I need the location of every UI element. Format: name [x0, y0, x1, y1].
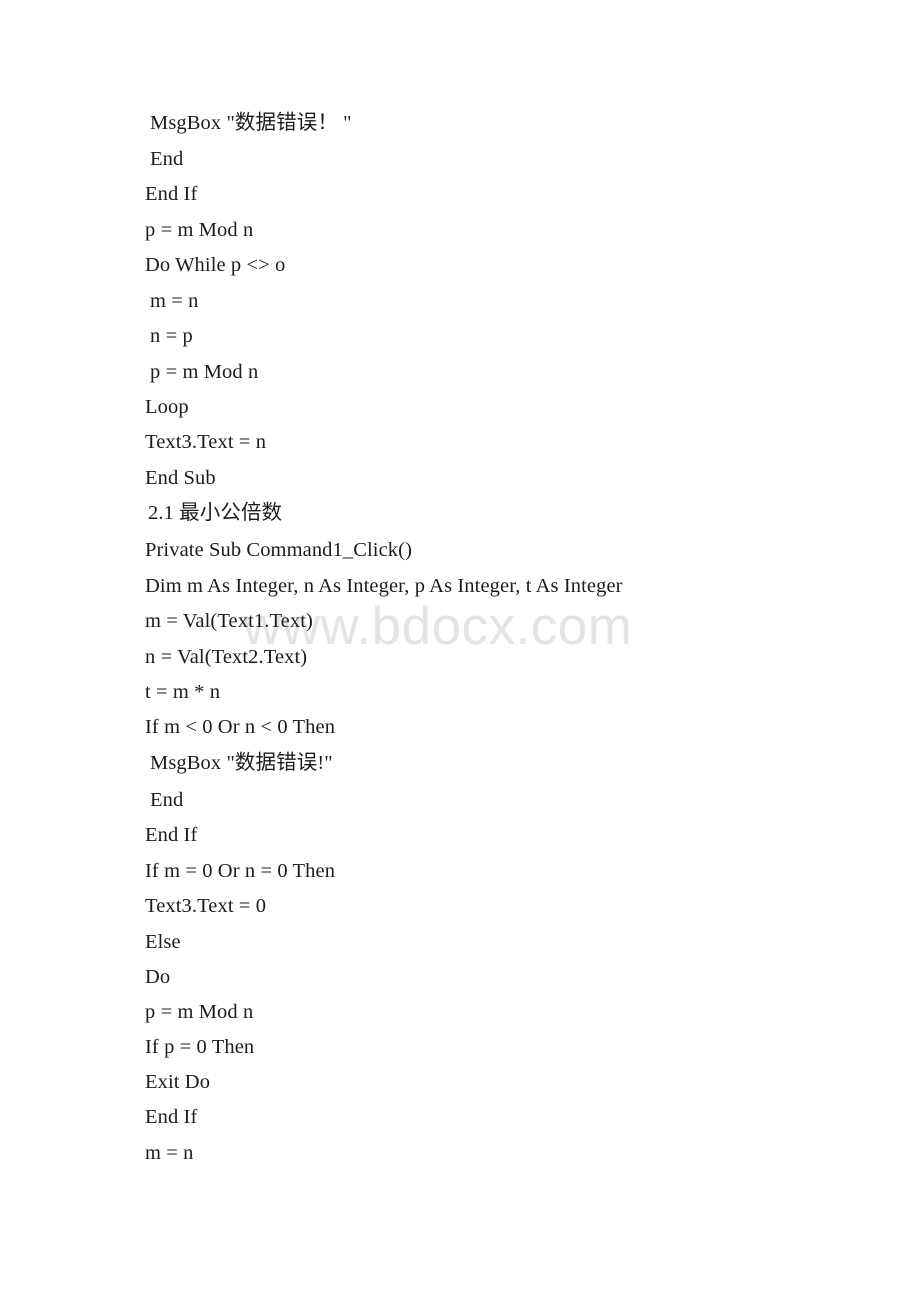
code-line: If m = 0 Or n = 0 Then — [145, 860, 336, 882]
code-line: MsgBox "数据错误!" — [150, 752, 333, 774]
code-line: Else — [145, 931, 181, 953]
code-line: p = m Mod n — [145, 219, 254, 241]
document-page: www.bdocx.com MsgBox "数据错误！ " End End If p … — [0, 0, 920, 1302]
code-line: m = n — [145, 1142, 194, 1164]
code-line: p = m Mod n — [150, 361, 259, 383]
code-line: End — [150, 789, 184, 811]
code-line: Text3.Text = 0 — [145, 895, 267, 917]
code-line: m = n — [150, 290, 199, 312]
code-line: If p = 0 Then — [145, 1036, 255, 1058]
code-line: n = Val(Text2.Text) — [145, 646, 308, 668]
code-line: p = m Mod n — [145, 1001, 254, 1023]
code-line: Do — [145, 966, 171, 988]
code-line: End If — [145, 183, 198, 205]
code-line: Exit Do — [145, 1071, 211, 1093]
code-line: If m < 0 Or n < 0 Then — [145, 716, 336, 738]
code-line: Text3.Text = n — [145, 431, 267, 453]
code-line: MsgBox "数据错误！ " — [150, 112, 352, 134]
code-line: End If — [145, 824, 198, 846]
code-line: Private Sub Command1_Click() — [145, 539, 412, 561]
code-line: End If — [145, 1106, 198, 1128]
code-line: t = m * n — [145, 681, 221, 703]
code-line: Do While p <> o — [145, 254, 286, 276]
section-heading: 2.1 最小公倍数 — [148, 502, 283, 524]
code-line: Dim m As Integer, n As Integer, p As Int… — [145, 575, 623, 597]
code-line: Loop — [145, 396, 189, 418]
code-line: End Sub — [145, 467, 216, 489]
code-line: End — [150, 148, 184, 170]
code-line: m = Val(Text1.Text) — [145, 610, 313, 632]
code-line: n = p — [150, 325, 193, 347]
